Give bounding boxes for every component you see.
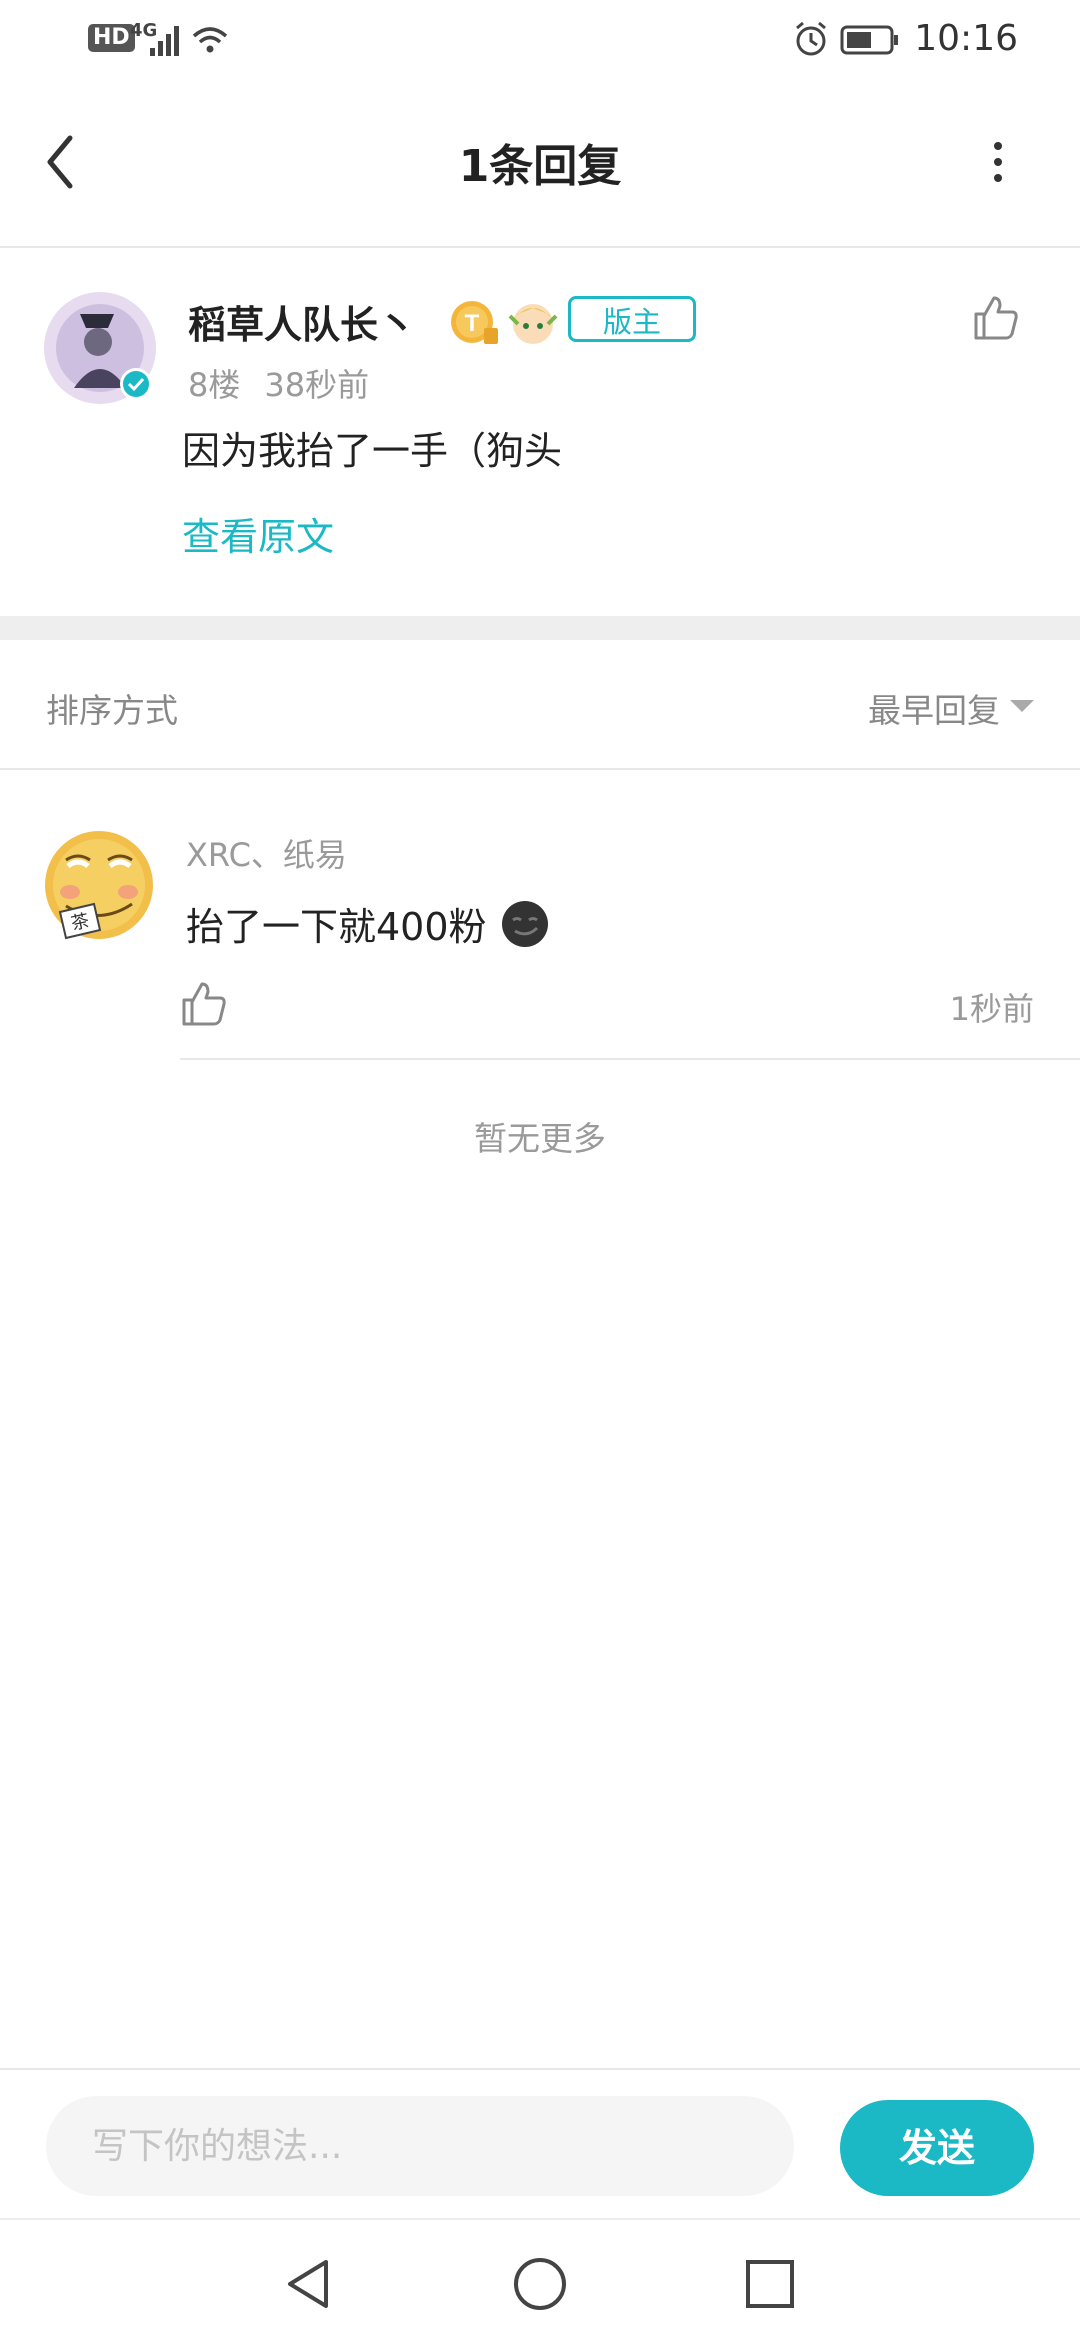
thumbs-up-icon[interactable] [972, 294, 1020, 342]
sort-row: 排序方式 最早回复 [0, 640, 1080, 770]
sort-dropdown[interactable]: 最早回复 [868, 684, 1000, 732]
no-more-text: 暂无更多 [474, 1119, 606, 1158]
wifi-icon [192, 27, 228, 53]
view-original-link[interactable]: 查看原文 [182, 506, 334, 561]
comment-input[interactable] [46, 2096, 794, 2196]
reply-content: 抬了一下就400粉 [186, 896, 549, 951]
post-time: 38秒前 [264, 366, 370, 404]
reply-thumbs-up-icon[interactable] [180, 980, 228, 1028]
level-badge-text: T [465, 310, 480, 337]
reply-avatar[interactable]: 茶 [44, 830, 154, 940]
nav-home-icon[interactable] [512, 2256, 568, 2312]
signal-icon [150, 26, 179, 56]
alarm-icon [796, 21, 826, 56]
more-vertical-icon[interactable] [986, 138, 1010, 188]
send-button[interactable]: 发送 [840, 2100, 1034, 2196]
post-meta: 8楼 38秒前 [188, 360, 369, 406]
hd-badge: HD [88, 24, 135, 52]
character-badge-icon [508, 304, 558, 344]
section-divider [0, 616, 1080, 640]
app-header: 1条回复 [0, 80, 1080, 248]
system-nav-bar [0, 2218, 1080, 2342]
status-bar: HD 4G 10:16 [0, 0, 1080, 80]
level-badge: T [451, 301, 498, 344]
page-title: 1条回复 [458, 141, 622, 192]
comment-text: 因为我抬了一手（狗头 [182, 429, 563, 473]
clock: 10:16 [914, 18, 1018, 59]
floor-number: 8楼 [188, 366, 241, 404]
moderator-badge: 版主 [568, 296, 696, 342]
reply-text: 抬了一下就400粉 [186, 905, 487, 949]
avatar[interactable] [44, 292, 160, 408]
caret-down-icon[interactable] [1010, 700, 1034, 712]
nav-back-icon[interactable] [284, 2256, 334, 2312]
sort-label: 排序方式 [46, 691, 178, 730]
reply-author[interactable]: XRC、纸易 [186, 830, 347, 876]
nav-recents-icon[interactable] [744, 2258, 796, 2310]
battery-icon [840, 25, 898, 55]
divider [180, 1058, 1080, 1060]
author-name[interactable]: 稻草人队长丶 [188, 294, 416, 349]
reply-time: 1秒前 [949, 990, 1034, 1028]
smirk-emoji-icon [501, 901, 548, 947]
comment-composer: 发送 [0, 2068, 1080, 2220]
